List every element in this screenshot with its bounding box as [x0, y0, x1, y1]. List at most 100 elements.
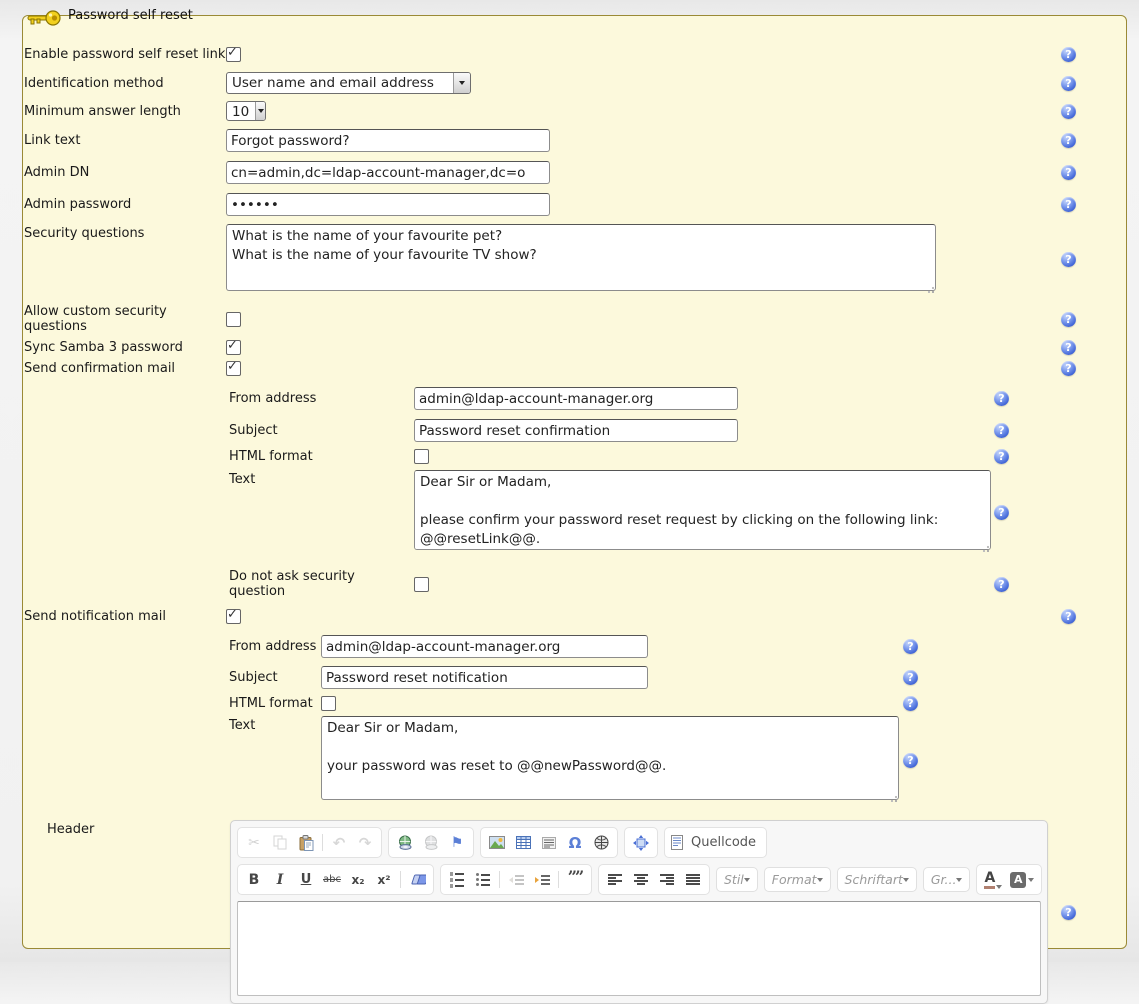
background-color-button[interactable]: A [1007, 872, 1037, 888]
row-confirmation-html-format: HTML format ? [24, 449, 1126, 464]
help-icon[interactable]: ? [1061, 197, 1076, 212]
identification-method-label: Identification method [24, 76, 226, 91]
redo-icon[interactable]: ↷ [353, 831, 377, 855]
format-dropdown[interactable]: Format [764, 867, 831, 892]
help-icon[interactable]: ? [1061, 609, 1076, 624]
toolbar-separator [400, 871, 401, 888]
superscript-icon[interactable]: x² [372, 868, 396, 892]
help-icon[interactable]: ? [994, 505, 1009, 520]
minimum-answer-length-select[interactable]: 10 [226, 101, 266, 121]
underline-icon[interactable]: U [294, 868, 318, 892]
align-justify-icon[interactable] [681, 868, 705, 892]
align-left-icon[interactable] [603, 868, 627, 892]
source-code-label[interactable]: Quellcode [687, 835, 762, 850]
bullet-list-icon[interactable] [471, 868, 495, 892]
iframe-globe-icon[interactable] [589, 831, 613, 855]
strikethrough-icon[interactable]: abc [320, 868, 344, 892]
table-icon[interactable] [511, 831, 535, 855]
admin-dn-input[interactable] [226, 161, 550, 184]
help-icon[interactable]: ? [994, 391, 1009, 406]
select-arrow-button[interactable] [255, 102, 265, 120]
align-right-icon[interactable] [655, 868, 679, 892]
styles-dropdown[interactable]: Stil [716, 867, 758, 892]
copy-icon[interactable] [268, 831, 292, 855]
blockquote-icon[interactable]: ”” [563, 865, 587, 895]
font-size-dropdown[interactable]: Gr... [923, 867, 971, 892]
select-arrow-button[interactable] [453, 73, 470, 93]
help-icon[interactable]: ? [1061, 47, 1076, 62]
help-icon[interactable]: ? [1061, 104, 1076, 119]
send-confirmation-mail-checkbox[interactable] [226, 361, 241, 376]
help-icon[interactable]: ? [994, 423, 1009, 438]
link-icon[interactable] [393, 831, 417, 855]
remove-format-icon[interactable] [405, 868, 429, 892]
row-security-questions: Security questions What is the name of y… [24, 224, 1126, 295]
help-icon[interactable]: ? [994, 449, 1009, 464]
notification-text-label: Text [229, 716, 321, 733]
editor-content-area[interactable] [237, 901, 1041, 996]
help-icon[interactable]: ? [1061, 133, 1076, 148]
div-container-icon[interactable] [537, 831, 561, 855]
notification-html-format-checkbox[interactable] [321, 696, 336, 711]
allow-custom-questions-checkbox[interactable] [226, 312, 241, 327]
confirmation-html-format-checkbox[interactable] [414, 449, 429, 464]
help-icon[interactable]: ? [1061, 905, 1076, 920]
font-dropdown[interactable]: Schriftart [837, 867, 917, 892]
align-center-icon[interactable] [629, 868, 653, 892]
help-icon[interactable]: ? [1061, 165, 1076, 180]
special-character-icon[interactable]: Ω [563, 831, 587, 855]
identification-method-value: User name and email address [227, 73, 453, 93]
link-text-input[interactable] [226, 129, 550, 152]
image-icon[interactable] [485, 831, 509, 855]
indent-icon[interactable] [530, 868, 554, 892]
notification-from-address-label: From address [229, 639, 321, 654]
row-enable-self-reset: Enable password self reset link ? [24, 47, 1126, 62]
outdent-icon[interactable] [504, 868, 528, 892]
caret-down-icon [996, 885, 1002, 889]
help-icon[interactable]: ? [903, 753, 918, 768]
undo-icon[interactable]: ↶ [327, 831, 351, 855]
help-icon[interactable]: ? [903, 696, 918, 711]
cut-icon[interactable]: ✂ [242, 831, 266, 855]
help-icon[interactable]: ? [994, 577, 1009, 592]
row-send-confirmation-mail: Send confirmation mail ? [24, 361, 1126, 376]
unlink-icon[interactable] [419, 831, 443, 855]
help-icon[interactable]: ? [1061, 340, 1076, 355]
identification-method-select[interactable]: User name and email address [226, 72, 471, 94]
source-group: Quellcode [664, 827, 767, 858]
notification-from-address-input[interactable] [321, 635, 648, 658]
anchor-icon[interactable]: ⚑ [445, 831, 469, 855]
paste-icon[interactable] [294, 831, 318, 855]
text-color-button[interactable]: A [981, 871, 1005, 889]
row-allow-custom-questions: Allow custom security questions ? [24, 304, 1126, 334]
confirmation-text-textarea[interactable]: Dear Sir or Madam, please confirm your p… [414, 470, 991, 550]
basicstyles-group: B I U abc x₂ x² [237, 864, 434, 895]
italic-icon[interactable]: I [268, 868, 292, 892]
enable-self-reset-checkbox[interactable] [226, 47, 241, 62]
help-icon[interactable]: ? [1061, 361, 1076, 376]
security-questions-textarea[interactable]: What is the name of your favourite pet? … [226, 224, 936, 291]
notification-text-textarea[interactable]: Dear Sir or Madam, your password was res… [321, 716, 899, 800]
row-minimum-answer-length: Minimum answer length 10 ? [24, 101, 1126, 121]
fieldset-legend: Password self reset [27, 0, 193, 24]
confirmation-subject-input[interactable] [414, 419, 738, 442]
numbered-list-icon[interactable] [445, 868, 469, 892]
help-icon[interactable]: ? [903, 670, 918, 685]
admin-password-input[interactable] [226, 193, 550, 216]
caret-down-icon [1028, 878, 1034, 882]
align-group [598, 864, 710, 895]
confirmation-from-address-input[interactable] [414, 387, 738, 410]
sync-samba-password-checkbox[interactable] [226, 340, 241, 355]
help-icon[interactable]: ? [903, 639, 918, 654]
subscript-icon[interactable]: x₂ [346, 868, 370, 892]
maximize-icon[interactable] [629, 831, 653, 855]
notification-subject-input[interactable] [321, 666, 648, 689]
source-code-icon[interactable] [669, 831, 685, 855]
help-icon[interactable]: ? [1061, 76, 1076, 91]
bold-icon[interactable]: B [242, 868, 266, 892]
confirmation-subject-label: Subject [229, 423, 414, 438]
send-notification-mail-checkbox[interactable] [226, 609, 241, 624]
do-not-ask-security-question-checkbox[interactable] [414, 577, 429, 592]
help-icon[interactable]: ? [1061, 252, 1076, 267]
help-icon[interactable]: ? [1061, 312, 1076, 327]
